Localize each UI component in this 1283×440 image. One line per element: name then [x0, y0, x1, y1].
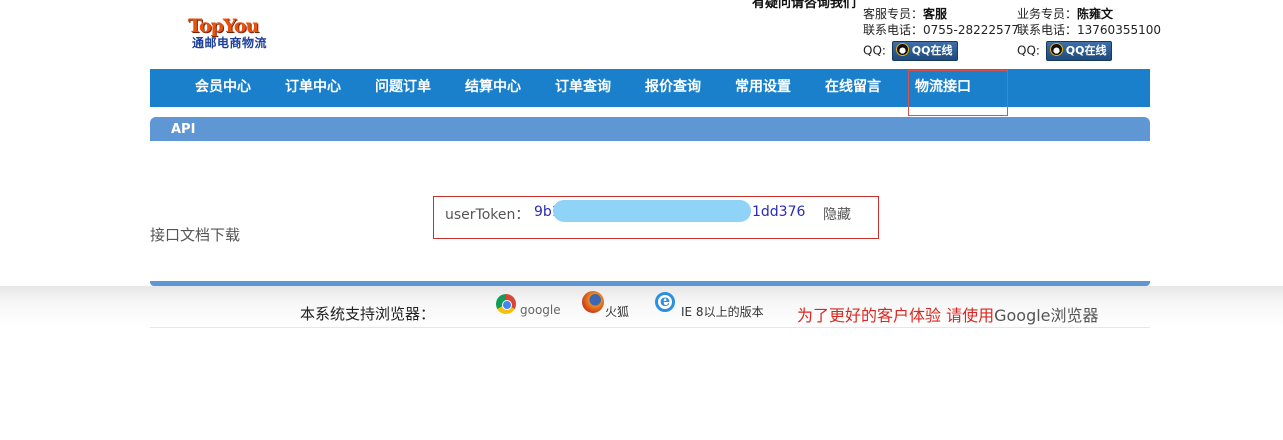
nav-order-center[interactable]: 订单中心: [285, 69, 341, 107]
nav-problem-orders[interactable]: 问题订单: [375, 69, 431, 107]
sales-rep-label: 业务专员：: [1017, 7, 1078, 21]
nav-order-query[interactable]: 订单查询: [555, 69, 611, 107]
header-slogan: 有疑问请咨询我们: [752, 0, 857, 11]
browser-firefox-label: 火狐: [605, 305, 630, 319]
service-qq-label: QQ:: [863, 43, 886, 58]
nav-common-settings[interactable]: 常用设置: [735, 69, 791, 107]
browser-google-label: google: [520, 303, 561, 317]
sales-rep-name: 陈雍文: [1077, 7, 1114, 21]
firefox-icon: [582, 291, 604, 313]
sales-contact: 业务专员：陈雍文 联系电话：13760355100 QQ: QQ在线: [1017, 6, 1161, 61]
service-qq-online-button[interactable]: QQ在线: [891, 41, 959, 61]
ie-icon: [655, 291, 675, 312]
browser-recommendation: 为了更好的客户体验 请使用Google浏览器: [797, 302, 1099, 326]
service-rep-name: 客服: [923, 7, 948, 21]
chrome-icon: [496, 294, 516, 314]
nav-member-center[interactable]: 会员中心: [195, 69, 251, 107]
sales-phone: 13760355100: [1077, 23, 1161, 37]
hide-token-button[interactable]: 隐藏: [823, 204, 851, 224]
sales-phone-label: 联系电话：: [1017, 23, 1078, 37]
nav-quote-query[interactable]: 报价查询: [645, 69, 701, 107]
sales-qq-online-button[interactable]: QQ在线: [1045, 41, 1113, 61]
logo-wordmark: TopYou: [188, 15, 259, 37]
qq-penguin-icon: [1049, 43, 1063, 56]
service-phone-label: 联系电话：: [863, 23, 924, 37]
logo-subtitle: 通邮电商物流: [192, 36, 268, 50]
nav-online-message[interactable]: 在线留言: [825, 69, 881, 107]
tip-prefix: 为了更好的客户体验 请使用: [797, 306, 995, 325]
user-token-value-end: 1dd376: [752, 204, 806, 220]
active-nav-highlight: [908, 70, 1008, 116]
site-logo[interactable]: TopYou 通邮电商物流: [188, 16, 300, 50]
tip-suffix: 浏览器: [1050, 306, 1099, 325]
api-doc-download-link[interactable]: 接口文档下载: [150, 224, 240, 245]
token-redaction-mark: [553, 200, 751, 222]
sales-qq-label: QQ:: [1017, 43, 1040, 58]
user-token-label: userToken：: [445, 207, 530, 223]
supported-browsers-label: 本系统支持浏览器：: [300, 305, 436, 323]
customer-service-contact: 客服专员：客服 联系电话：0755-28222577 QQ: QQ在线: [863, 6, 1019, 61]
service-phone: 0755-28222577: [923, 23, 1019, 37]
browser-ie-label: IE 8以上的版本: [681, 305, 764, 319]
nav-settlement-center[interactable]: 结算中心: [465, 69, 521, 107]
qq-penguin-icon: [895, 43, 909, 56]
qq-button-label: QQ在线: [1065, 44, 1107, 57]
tip-brand: Google: [994, 306, 1051, 325]
panel-header: API: [150, 117, 1150, 141]
footer-divider: [150, 327, 1150, 328]
panel-title: API: [171, 122, 196, 137]
qq-button-label: QQ在线: [911, 44, 953, 57]
service-rep-label: 客服专员：: [863, 7, 924, 21]
